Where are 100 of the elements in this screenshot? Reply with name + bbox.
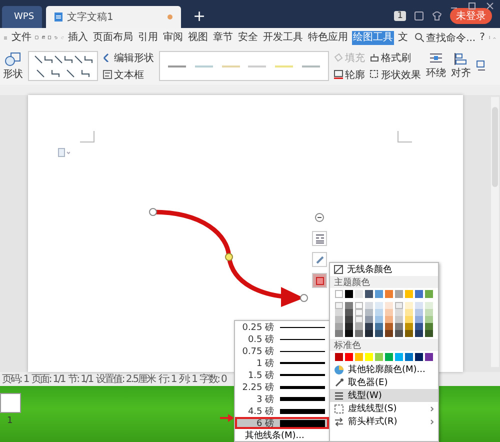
menu-item[interactable]: 其他轮廓颜色(M)... — [330, 363, 438, 376]
color-swatch[interactable] — [415, 353, 423, 361]
more-lines-option[interactable]: 其他线条(M)... — [235, 429, 329, 442]
color-swatch[interactable] — [415, 290, 423, 298]
line-weight-option[interactable]: 1 磅 — [235, 357, 329, 369]
file-menu[interactable]: 文件 — [10, 30, 32, 44]
color-swatch[interactable] — [395, 290, 403, 298]
color-swatch[interactable] — [365, 323, 373, 330]
color-swatch[interactable] — [385, 309, 393, 316]
login-button[interactable]: 未登录 — [450, 8, 492, 24]
ribbon-tab[interactable]: 引用 — [137, 30, 160, 44]
ribbon-tab[interactable]: 页面布局 — [92, 30, 134, 44]
color-swatch[interactable] — [425, 353, 433, 361]
color-swatch[interactable] — [415, 330, 423, 337]
no-line-color-option[interactable]: 无线条颜色 — [330, 263, 438, 276]
color-swatch[interactable] — [405, 316, 413, 323]
color-swatch[interactable] — [425, 290, 433, 298]
color-swatch[interactable] — [375, 323, 383, 330]
shape-gallery[interactable] — [28, 51, 98, 81]
color-swatch[interactable] — [405, 309, 413, 316]
color-swatch[interactable] — [345, 309, 353, 316]
menu-item[interactable]: 线型(W) — [330, 389, 438, 402]
color-swatch[interactable] — [365, 302, 373, 309]
color-swatch[interactable] — [385, 323, 393, 330]
line-weight-option[interactable]: 4.5 磅 — [235, 405, 329, 417]
color-swatch[interactable] — [345, 316, 353, 323]
color-swatch[interactable] — [395, 353, 403, 361]
color-swatch[interactable] — [385, 302, 393, 309]
color-swatch[interactable] — [425, 323, 433, 330]
color-swatch[interactable] — [335, 316, 343, 323]
scrollbar[interactable] — [491, 97, 499, 367]
color-swatch[interactable] — [385, 353, 393, 361]
color-swatch[interactable] — [355, 353, 363, 361]
color-swatch[interactable] — [355, 309, 363, 316]
line-weight-option[interactable]: 2.25 磅 — [235, 381, 329, 393]
search-commands-button[interactable]: 查找命令... — [415, 30, 476, 44]
outline-button[interactable]: 轮廓 — [334, 68, 365, 82]
ribbon-tab[interactable]: 插入 — [67, 30, 90, 44]
color-swatch[interactable] — [345, 323, 353, 330]
format-painter-button[interactable]: 格式刷 — [370, 50, 421, 64]
document-tab[interactable]: 文字文稿1 — [46, 6, 181, 28]
ribbon-tab[interactable]: 绘图工具 — [352, 30, 394, 44]
shape-tool-button[interactable] — [312, 273, 327, 288]
color-swatch[interactable] — [375, 330, 383, 337]
color-swatch[interactable] — [425, 316, 433, 323]
color-swatch[interactable] — [355, 290, 363, 298]
color-swatch[interactable] — [415, 309, 423, 316]
ribbon-tab[interactable]: 开发工具 — [262, 30, 304, 44]
color-swatch[interactable] — [405, 290, 413, 298]
color-swatch[interactable] — [375, 353, 383, 361]
color-swatch[interactable] — [385, 316, 393, 323]
color-swatch[interactable] — [335, 353, 343, 361]
color-swatch[interactable] — [365, 309, 373, 316]
color-swatch[interactable] — [425, 330, 433, 337]
color-swatch[interactable] — [345, 330, 353, 337]
document-tab[interactable]: WPS — [2, 6, 42, 28]
color-swatch[interactable] — [395, 309, 403, 316]
shape-tool-button[interactable] — [312, 252, 327, 267]
color-swatch[interactable] — [375, 316, 383, 323]
menu-item[interactable]: 箭头样式(R) — [330, 415, 438, 428]
color-swatch[interactable] — [365, 330, 373, 337]
color-swatch[interactable] — [375, 302, 383, 309]
color-swatch[interactable] — [395, 316, 403, 323]
line-weight-option[interactable]: 6 磅 — [235, 417, 329, 429]
color-swatch[interactable] — [365, 316, 373, 323]
line-weight-option[interactable]: 0.5 磅 — [235, 333, 329, 345]
color-swatch[interactable] — [355, 323, 363, 330]
collapse-button[interactable] — [312, 210, 327, 225]
ribbon-tab[interactable]: 审阅 — [162, 30, 184, 44]
color-swatch[interactable] — [345, 302, 353, 309]
color-swatch[interactable] — [335, 290, 343, 298]
line-weight-option[interactable]: 0.25 磅 — [235, 321, 329, 333]
color-swatch[interactable] — [335, 309, 343, 316]
ribbon-tab[interactable]: 视图 — [187, 30, 210, 44]
color-swatch[interactable] — [385, 330, 393, 337]
line-weight-option[interactable]: 1.5 磅 — [235, 369, 329, 381]
menu-item[interactable]: 虚线线型(S) — [330, 402, 438, 415]
color-swatch[interactable] — [335, 302, 343, 309]
color-swatch[interactable] — [345, 290, 353, 298]
shapes-button[interactable]: 形状 — [3, 52, 23, 80]
color-swatch[interactable] — [335, 323, 343, 330]
color-swatch[interactable] — [405, 330, 413, 337]
color-swatch[interactable] — [395, 302, 403, 309]
color-swatch[interactable] — [405, 323, 413, 330]
color-swatch[interactable] — [385, 290, 393, 298]
color-swatch[interactable] — [365, 353, 373, 361]
color-swatch[interactable] — [405, 302, 413, 309]
color-swatch[interactable] — [425, 302, 433, 309]
color-swatch[interactable] — [415, 302, 423, 309]
text-box-button[interactable]: 文本框 — [103, 68, 154, 82]
curved-arrow[interactable] — [148, 207, 308, 307]
color-swatch[interactable] — [405, 353, 413, 361]
help-button[interactable]: ? — [478, 30, 486, 44]
color-swatch[interactable] — [375, 290, 383, 298]
color-swatch[interactable] — [355, 330, 363, 337]
ribbon-tab[interactable]: 章节 — [212, 30, 234, 44]
ribbon-tab[interactable]: 特色应用 — [307, 30, 350, 44]
color-swatch[interactable] — [425, 309, 433, 316]
color-swatch[interactable] — [415, 323, 423, 330]
color-swatch[interactable] — [395, 330, 403, 337]
